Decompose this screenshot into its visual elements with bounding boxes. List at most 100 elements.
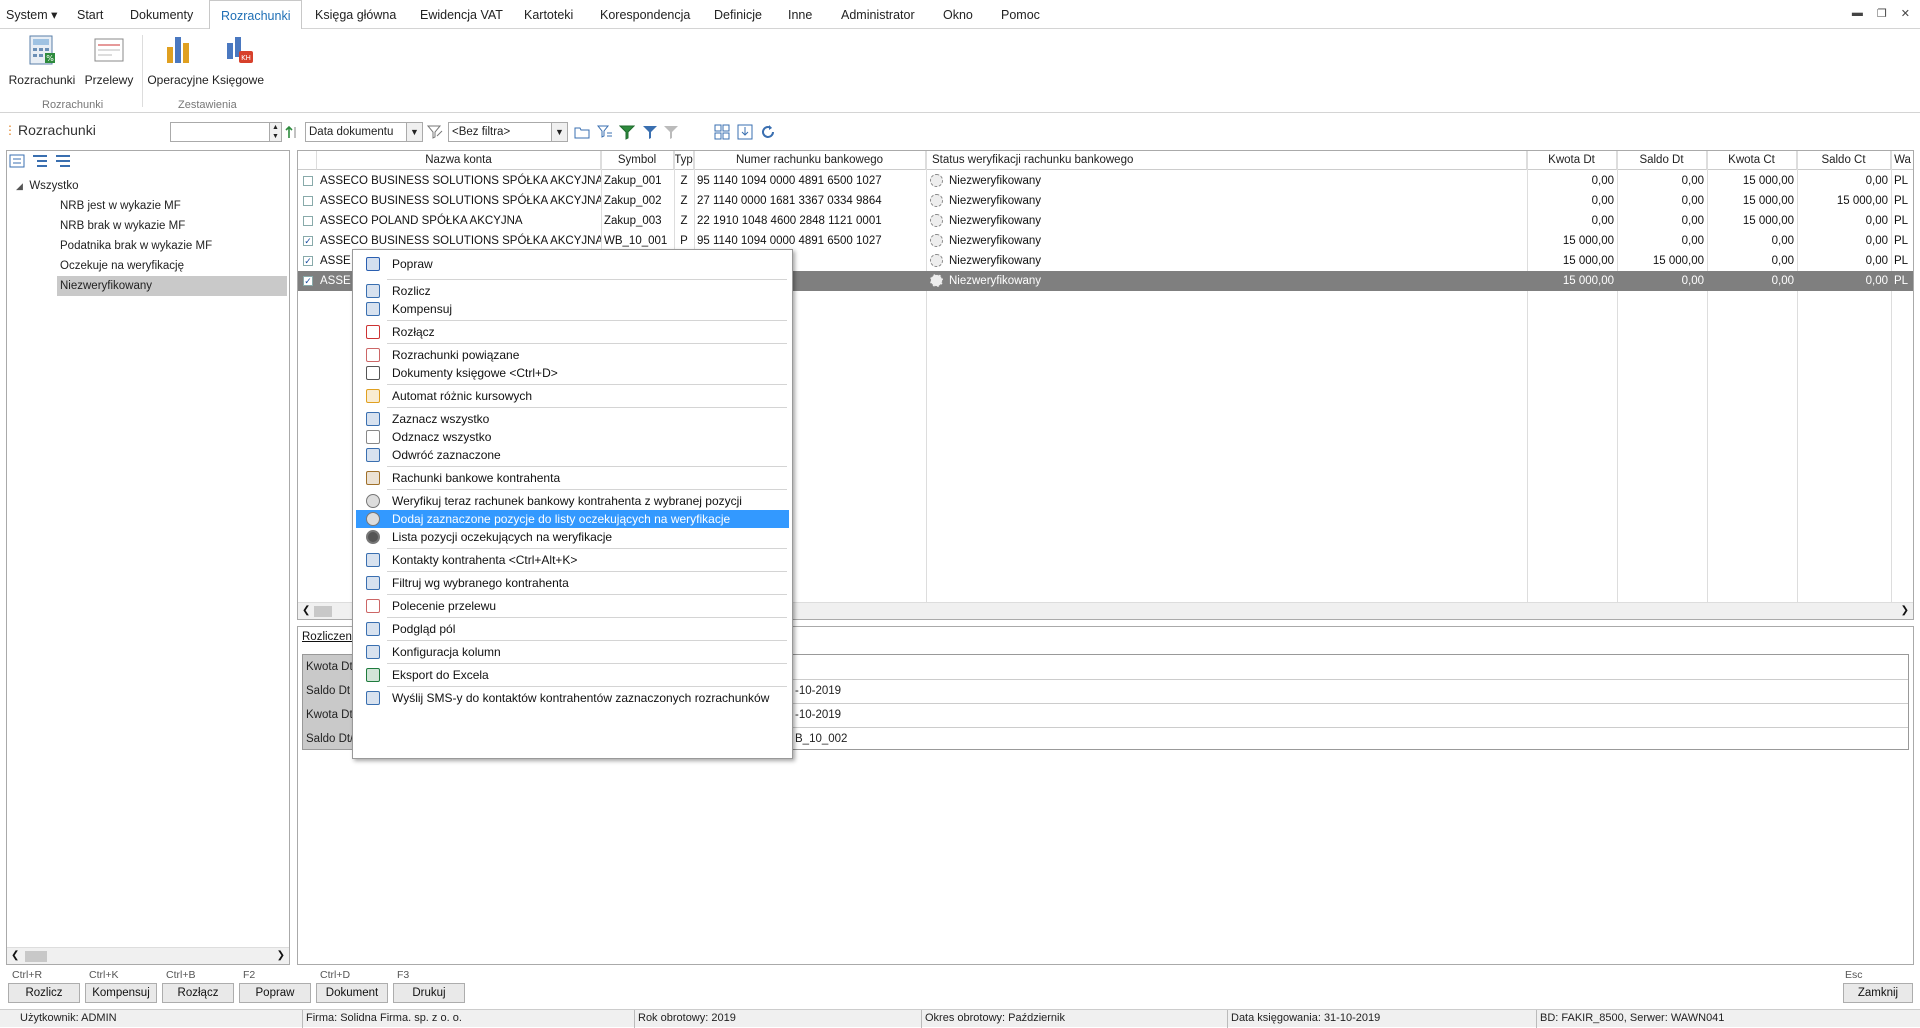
context-menu-item[interactable]: Rozrachunki powiązane bbox=[356, 346, 789, 364]
rozlicz-button[interactable]: Rozlicz bbox=[8, 983, 80, 1003]
menu-administrator[interactable]: Administrator bbox=[841, 0, 915, 29]
tree-item-oczekuje[interactable]: Oczekuje na weryfikację bbox=[57, 256, 187, 276]
refresh-icon[interactable] bbox=[760, 124, 776, 140]
filter-clear-icon[interactable] bbox=[663, 124, 679, 140]
column-header-waluta[interactable]: Wa bbox=[1891, 151, 1913, 170]
context-menu-item[interactable]: Konfiguracja kolumn bbox=[356, 643, 789, 661]
column-header-kwota-ct[interactable]: Kwota Ct bbox=[1707, 151, 1797, 170]
context-menu-item[interactable]: Wyślij SMS-y do kontaktów kontrahentów z… bbox=[356, 689, 789, 707]
tree-collapse-icon[interactable] bbox=[55, 153, 71, 169]
table-row[interactable]: ASSECO POLAND SPÓŁKA AKCYJNA Zakup_003 Z 22… bbox=[298, 211, 1913, 231]
column-header-typ[interactable]: Typ bbox=[674, 151, 694, 170]
context-menu-item[interactable]: Eksport do Excela bbox=[356, 666, 789, 684]
drukuj-button[interactable]: Drukuj bbox=[393, 983, 465, 1003]
context-menu-item[interactable]: Rozlicz bbox=[356, 282, 789, 300]
dokument-button[interactable]: Dokument bbox=[316, 983, 388, 1003]
context-menu-item[interactable]: Lista pozycji oczekujących na weryfikacj… bbox=[356, 528, 789, 546]
context-menu-item[interactable]: Podgląd pól bbox=[356, 620, 789, 638]
details-tab[interactable]: Rozliczeni bbox=[302, 631, 354, 643]
search-input[interactable]: ▲ ▼ bbox=[170, 122, 282, 142]
context-menu-item[interactable]: Zaznacz wszystko bbox=[356, 410, 789, 428]
kompensuj-button[interactable]: Kompensuj bbox=[85, 983, 157, 1003]
menu-inne[interactable]: Inne bbox=[788, 0, 812, 29]
row-checkbox[interactable]: ✓ bbox=[303, 256, 313, 266]
scroll-thumb[interactable] bbox=[25, 951, 47, 962]
scroll-right-icon[interactable]: ❯ bbox=[1901, 605, 1909, 616]
column-header-numer[interactable]: Numer rachunku bankowego bbox=[694, 151, 926, 170]
context-menu-item[interactable]: Automat różnic kursowych bbox=[356, 387, 789, 405]
scroll-thumb[interactable] bbox=[314, 606, 332, 617]
table-row[interactable]: ASSECO BUSINESS SOLUTIONS SPÓŁKA AKCYJNA… bbox=[298, 191, 1913, 211]
sort-ascending-icon[interactable] bbox=[284, 124, 300, 140]
spinner-icon[interactable]: ▲ ▼ bbox=[269, 123, 281, 141]
tree-item-podatnika-brak[interactable]: Podatnika brak w wykazie MF bbox=[57, 236, 215, 256]
filter-green-icon[interactable] bbox=[619, 124, 635, 140]
menu-start[interactable]: Start bbox=[77, 0, 103, 29]
context-menu-item[interactable]: Filtruj wg wybranego kontrahenta bbox=[356, 574, 789, 592]
close-button[interactable]: Zamknij bbox=[1843, 983, 1913, 1003]
scroll-left-icon[interactable]: ❮ bbox=[11, 950, 19, 961]
column-header-saldo-ct[interactable]: Saldo Ct bbox=[1797, 151, 1891, 170]
ribbon-rozrachunki-button[interactable]: % Rozrachunki bbox=[8, 33, 76, 87]
sort-field-select[interactable]: Data dokumentu ▼ bbox=[305, 122, 423, 142]
popraw-button[interactable]: Popraw bbox=[239, 983, 311, 1003]
menu-definicje[interactable]: Definicje bbox=[714, 0, 762, 29]
folder-icon[interactable] bbox=[574, 124, 590, 140]
context-menu-item[interactable]: Odwróć zaznaczone bbox=[356, 446, 789, 464]
expand-all-icon[interactable] bbox=[9, 153, 25, 169]
ribbon-ksiegowe-button[interactable]: KH Księgowe bbox=[211, 33, 265, 87]
menu-system[interactable]: System ▾ bbox=[6, 0, 57, 29]
ribbon-przelewy-button[interactable]: Przelewy bbox=[82, 33, 136, 87]
row-checkbox[interactable]: ✓ bbox=[303, 276, 313, 286]
chevron-down-icon[interactable]: ▼ bbox=[406, 123, 422, 141]
scroll-left-icon[interactable]: ❮ bbox=[302, 605, 310, 616]
tree-item-niezweryfikowany[interactable]: Niezweryfikowany bbox=[57, 276, 287, 296]
ribbon-operacyjne-button[interactable]: Operacyjne bbox=[146, 33, 210, 87]
row-checkbox[interactable]: ✓ bbox=[303, 236, 313, 246]
context-menu-item[interactable]: Odznacz wszystko bbox=[356, 428, 789, 446]
tree-indent-icon[interactable] bbox=[32, 153, 48, 169]
menu-korespondencja[interactable]: Korespondencja bbox=[600, 0, 690, 29]
rozłącz-button[interactable]: Rozłącz bbox=[162, 983, 234, 1003]
menu-ewidencja-vat[interactable]: Ewidencja VAT bbox=[420, 0, 503, 29]
row-checkbox[interactable] bbox=[303, 176, 313, 186]
menu-dokumenty[interactable]: Dokumenty bbox=[130, 0, 193, 29]
tree-hscroll[interactable]: ❮ ❯ bbox=[7, 947, 289, 964]
restore-icon[interactable]: ❐ bbox=[1877, 7, 1887, 20]
filter-blue-icon[interactable] bbox=[642, 124, 658, 140]
context-menu-item[interactable]: Kompensuj bbox=[356, 300, 789, 318]
column-header-kwota-dt[interactable]: Kwota Dt bbox=[1527, 151, 1617, 170]
menu-kartoteki[interactable]: Kartoteki bbox=[524, 0, 573, 29]
menu-okno[interactable]: Okno bbox=[943, 0, 973, 29]
filter-list-icon[interactable] bbox=[597, 124, 613, 140]
row-checkbox[interactable] bbox=[303, 196, 313, 206]
context-menu-item[interactable]: Popraw bbox=[356, 255, 789, 273]
scroll-right-icon[interactable]: ❯ bbox=[277, 950, 285, 961]
minimize-icon[interactable]: ▬ bbox=[1852, 7, 1863, 20]
table-row[interactable]: ASSECO BUSINESS SOLUTIONS SPÓŁKA AKCYJNA… bbox=[298, 171, 1913, 191]
close-icon[interactable]: ✕ bbox=[1901, 7, 1910, 20]
column-header-status[interactable]: Status weryfikacji rachunku bankowego bbox=[926, 151, 1527, 170]
menu-ksiega-glowna[interactable]: Księga główna bbox=[315, 0, 396, 29]
context-menu-item[interactable]: Dodaj zaznaczone pozycje do listy oczeku… bbox=[356, 510, 789, 528]
expand-triangle-icon[interactable]: ◢ bbox=[16, 181, 23, 191]
chevron-down-icon[interactable]: ▼ bbox=[551, 123, 567, 141]
context-menu-item[interactable]: Polecenie przelewu bbox=[356, 597, 789, 615]
column-header-symbol[interactable]: Symbol bbox=[601, 151, 674, 170]
filter-edit-icon[interactable] bbox=[427, 124, 443, 140]
context-menu-item[interactable]: Dokumenty księgowe <Ctrl+D> bbox=[356, 364, 789, 382]
export-icon[interactable] bbox=[737, 124, 753, 140]
grid-view-icon[interactable] bbox=[714, 124, 730, 140]
table-row[interactable]: ✓ ASSECO BUSINESS SOLUTIONS SPÓŁKA AKCYJN… bbox=[298, 231, 1913, 251]
column-header-saldo-dt[interactable]: Saldo Dt bbox=[1617, 151, 1707, 170]
tree-root[interactable]: ◢ Wszystko bbox=[13, 176, 82, 196]
menu-pomoc[interactable]: Pomoc bbox=[1001, 0, 1040, 29]
tree-item-nrb-brak[interactable]: NRB brak w wykazie MF bbox=[57, 216, 188, 236]
row-checkbox[interactable] bbox=[303, 216, 313, 226]
column-header-checkbox[interactable] bbox=[298, 151, 317, 170]
column-header-nazwa[interactable]: Nazwa konta bbox=[317, 151, 601, 170]
context-menu-item[interactable]: Weryfikuj teraz rachunek bankowy kontrah… bbox=[356, 492, 789, 510]
context-menu-item[interactable]: Rozłącz bbox=[356, 323, 789, 341]
filter-select[interactable]: <Bez filtra> ▼ bbox=[448, 122, 568, 142]
tree-item-nrb-jest[interactable]: NRB jest w wykazie MF bbox=[57, 196, 184, 216]
